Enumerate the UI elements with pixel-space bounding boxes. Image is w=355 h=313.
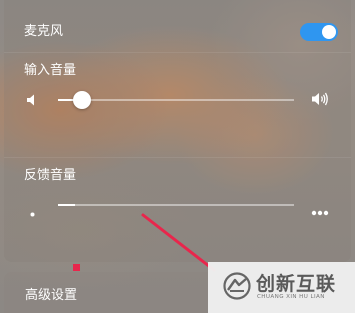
logo-icon (222, 271, 252, 305)
watermark-logo: 创新互联 CHUANG XIN HU LIAN (208, 262, 355, 313)
watermark-subtitle: CHUANG XIN HU LIAN (257, 294, 325, 300)
watermark-title: 创新互联 (256, 273, 337, 295)
